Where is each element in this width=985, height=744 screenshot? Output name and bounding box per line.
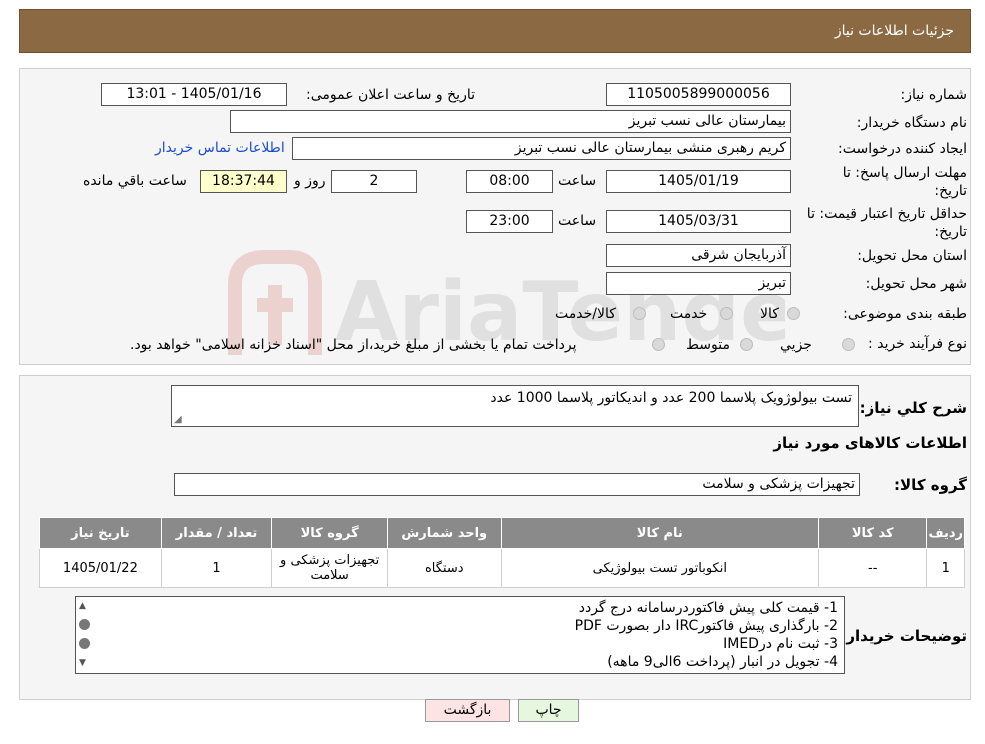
buyer-notes-label: توضیحات خریدار: bbox=[840, 627, 967, 645]
remaining-time-field: 18:37:44 bbox=[200, 170, 287, 193]
creator-label: ایجاد کننده درخواست: bbox=[838, 141, 967, 157]
process-option-minor: جزیي bbox=[780, 337, 812, 353]
header-date: تاریخ نیاز bbox=[39, 517, 162, 549]
scroll-thumb-2[interactable] bbox=[79, 638, 90, 649]
goods-group-label: گروه کالا: bbox=[894, 476, 967, 494]
need-number-field: 1105005899000056 bbox=[606, 83, 791, 106]
category-option-goods: کالا bbox=[760, 306, 779, 322]
scroll-up-icon[interactable]: ▲ bbox=[79, 601, 86, 611]
notes-scrollbar[interactable]: ▲ ▼ bbox=[77, 598, 93, 672]
cell-group: تجهیزات پزشکی و سلامت bbox=[271, 548, 388, 588]
category-radio-goods-service[interactable] bbox=[633, 307, 646, 320]
goods-section-title: اطلاعات کالاهای مورد نیاز bbox=[773, 434, 967, 452]
validity-date-field: 1405/03/31 bbox=[606, 210, 791, 233]
back-button[interactable]: بازگشت bbox=[425, 699, 510, 722]
header-unit: واحد شمارش bbox=[386, 517, 502, 549]
resize-handle-icon[interactable]: ◢ bbox=[174, 414, 182, 425]
deadline-label: مهلت ارسال پاسخ: تا bbox=[842, 165, 967, 181]
days-label: روز و bbox=[294, 173, 326, 189]
summary-text: تست بیولوژویک پلاسما 200 عدد و اندیکاتور… bbox=[490, 390, 852, 406]
scroll-down-icon[interactable]: ▼ bbox=[79, 658, 86, 668]
summary-label: شرح کلي نياز: bbox=[859, 399, 967, 417]
remaining-days-field: 2 bbox=[331, 170, 417, 193]
cell-row-num: 1 bbox=[926, 548, 965, 588]
process-note: پرداخت تمام یا بخشی از مبلغ خرید،از محل … bbox=[130, 337, 577, 353]
deadline-time-label: ساعت bbox=[558, 173, 597, 189]
deadline-date-field: 1405/01/19 bbox=[606, 170, 791, 193]
page-header: جزئیات اطلاعات نیاز bbox=[19, 9, 971, 53]
province-label: استان محل تحویل: bbox=[857, 248, 967, 264]
category-label: طبقه بندی موضوعی: bbox=[843, 306, 967, 322]
validity-time-label: ساعت bbox=[558, 213, 597, 229]
remaining-label: ساعت باقي مانده bbox=[83, 173, 187, 189]
goods-group-field: تجهیزات پزشکی و سلامت bbox=[174, 473, 860, 496]
city-field: تبریز bbox=[606, 272, 791, 295]
process-label: نوع فرآیند خرید : bbox=[868, 336, 967, 352]
validity-time-field: 23:00 bbox=[466, 210, 553, 233]
process-radio-treasury[interactable] bbox=[652, 338, 665, 351]
cell-unit: دستگاه bbox=[386, 548, 502, 588]
note-line: 3- ثبت نام درIMED bbox=[723, 636, 838, 652]
category-radio-service[interactable] bbox=[720, 307, 733, 320]
announce-label: تاریخ و ساعت اعلان عمومی: bbox=[306, 87, 475, 103]
print-button[interactable]: چاپ bbox=[518, 699, 579, 722]
scroll-thumb[interactable] bbox=[79, 619, 90, 630]
cell-name: انکوباتور تست بیولوژیکی bbox=[500, 548, 819, 588]
summary-textarea[interactable]: تست بیولوژویک پلاسما 200 عدد و اندیکاتور… bbox=[171, 385, 859, 427]
header-code: کد کالا bbox=[817, 517, 928, 549]
buyer-contact-link[interactable]: اطلاعات تماس خریدار bbox=[155, 140, 285, 156]
page-title: جزئیات اطلاعات نیاز bbox=[834, 23, 954, 39]
note-line: 1- قیمت کلی پیش فاکتوردرسامانه درج گردد bbox=[578, 600, 838, 616]
cell-date: 1405/01/22 bbox=[39, 548, 162, 588]
header-row-num: ردیف bbox=[926, 517, 965, 549]
need-number-label: شماره نیاز: bbox=[900, 87, 968, 103]
category-option-service: خدمت bbox=[670, 306, 708, 322]
table-row: 1 -- انکوباتور تست بیولوژیکی دستگاه تجهی… bbox=[39, 548, 965, 588]
header-group: گروه کالا bbox=[271, 517, 388, 549]
deadline-time-field: 08:00 bbox=[466, 170, 553, 193]
note-line: 2- بارگذاری پیش فاکتورIRC دار بصورت PDF bbox=[574, 618, 838, 634]
creator-field: کریم رهبری منشی بیمارستان عالی نسب تبریز bbox=[292, 137, 791, 160]
city-label: شهر محل تحویل: bbox=[865, 276, 967, 292]
header-name: نام کالا bbox=[500, 517, 819, 549]
items-table: ردیف کد کالا نام کالا واحد شمارش گروه کا… bbox=[39, 517, 965, 588]
process-radio-minor[interactable] bbox=[842, 338, 855, 351]
header-quantity: تعداد / مقدار bbox=[160, 517, 273, 549]
process-radio-medium[interactable] bbox=[740, 338, 753, 351]
buyer-notes-textarea[interactable]: 1- قیمت کلی پیش فاکتوردرسامانه درج گردد … bbox=[75, 596, 845, 674]
province-field: آذربایجان شرقی bbox=[606, 244, 791, 267]
category-radio-goods[interactable] bbox=[787, 307, 800, 320]
note-line: 4- تجویل در انبار (پرداخت 6الی9 ماهه) bbox=[607, 654, 838, 670]
items-table-header: ردیف کد کالا نام کالا واحد شمارش گروه کا… bbox=[39, 517, 965, 549]
category-option-goods-service: کالا/خدمت bbox=[555, 306, 616, 322]
validity-label-2: تاریخ: bbox=[934, 224, 967, 240]
cell-quantity: 1 bbox=[160, 548, 273, 588]
buyer-org-field: بیمارستان عالی نسب تبریز bbox=[230, 110, 791, 133]
buyer-org-label: نام دستگاه خریدار: bbox=[856, 115, 967, 131]
deadline-label-2: تاریخ: bbox=[934, 183, 967, 199]
announce-field: 1405/01/16 - 13:01 bbox=[101, 83, 287, 106]
process-option-medium: متوسط bbox=[686, 337, 730, 353]
validity-label: حداقل تاریخ اعتبار قیمت: تا bbox=[806, 206, 967, 222]
cell-code: -- bbox=[817, 548, 928, 588]
